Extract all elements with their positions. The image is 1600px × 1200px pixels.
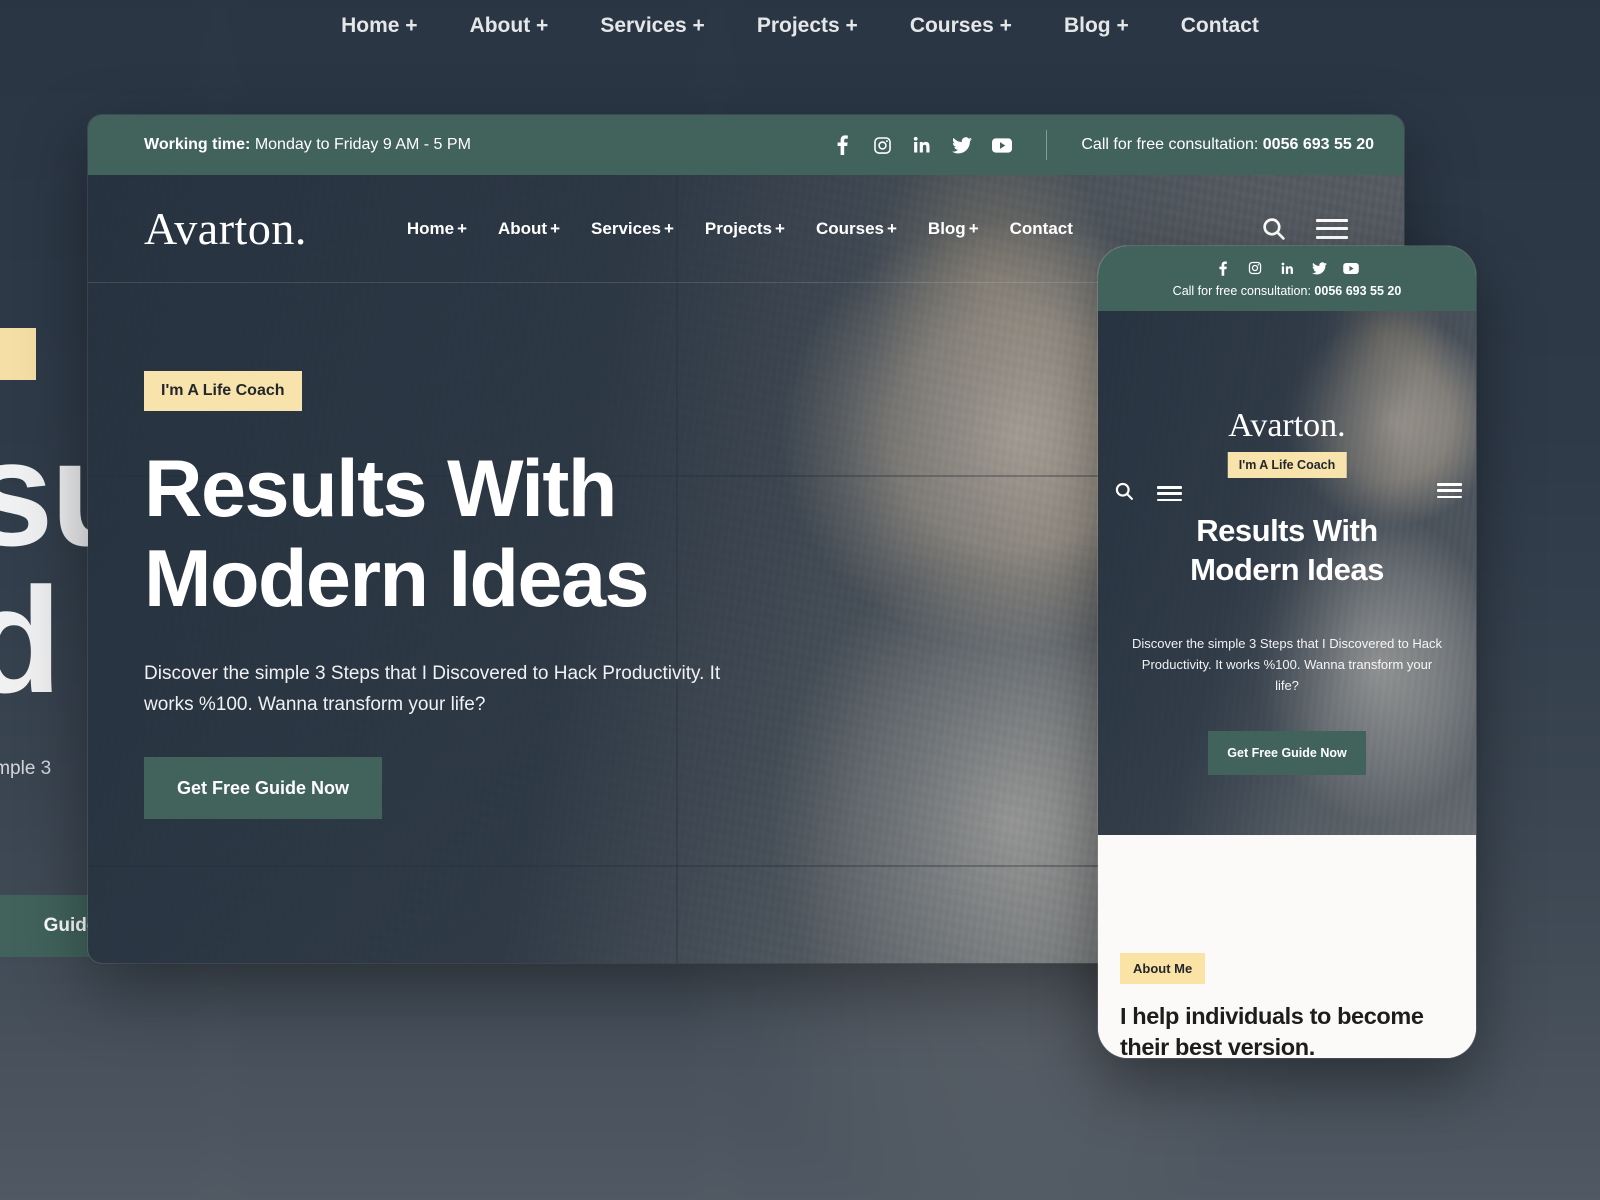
search-icon[interactable] <box>1114 481 1134 506</box>
screenshot-stage: Home + About + Services + Projects + Cou… <box>0 0 1600 1200</box>
working-time-value: Monday to Friday 9 AM - 5 PM <box>250 136 471 153</box>
mobile-hero-paragraph: Discover the simple 3 Steps that I Disco… <box>1132 636 1442 694</box>
background-badge <box>0 328 36 380</box>
hamburger-menu-icon[interactable] <box>1157 486 1182 501</box>
dropdown-plus-icon: + <box>457 218 467 238</box>
facebook-icon[interactable] <box>1215 260 1231 276</box>
logo[interactable]: Avarton. <box>144 202 307 255</box>
call-number[interactable]: 0056 693 55 20 <box>1263 136 1374 153</box>
mobile-hero-heading-line-2: Modern Ideas <box>1190 552 1384 588</box>
hero-paragraph: Discover the simple 3 Steps that I Disco… <box>144 662 721 715</box>
mobile-call-label: Call for free consultation: <box>1172 284 1315 298</box>
mobile-get-free-guide-button[interactable]: Get Free Guide Now <box>1208 731 1366 775</box>
hamburger-menu-icon[interactable] <box>1437 483 1462 498</box>
mobile-hero: Avarton. I'm A Life Coach Results With M… <box>1098 311 1476 835</box>
working-time-label: Working time: <box>144 136 251 153</box>
nav-item-projects[interactable]: Projects + <box>705 219 785 239</box>
mobile-navbar-actions-right <box>1437 483 1462 498</box>
linkedin-icon[interactable] <box>1279 260 1295 276</box>
social-links <box>832 135 1013 155</box>
get-free-guide-button[interactable]: Get Free Guide Now <box>144 757 382 820</box>
mobile-about-section: About Me I help individuals to become th… <box>1098 835 1476 1058</box>
nav-item-contact[interactable]: Contact <box>1010 219 1073 239</box>
mobile-mockup: Call for free consultation: 0056 693 55 … <box>1098 246 1476 1058</box>
mobile-topbar: Call for free consultation: 0056 693 55 … <box>1098 246 1476 311</box>
mobile-hero-heading-line-1: Results With <box>1196 513 1378 548</box>
nav-item-home[interactable]: Home + <box>407 219 467 239</box>
dropdown-plus-icon: + <box>550 218 561 238</box>
about-me-heading: I help individuals to become their best … <box>1120 1003 1424 1058</box>
twitter-icon[interactable] <box>952 135 973 155</box>
mobile-navbar-actions-left <box>1114 481 1182 506</box>
hero-badge: I'm A Life Coach <box>144 371 302 411</box>
mobile-logo[interactable]: Avarton. <box>1098 407 1476 445</box>
background-nav-item: Services + <box>600 14 705 37</box>
nav-item-services[interactable]: Services + <box>591 219 674 239</box>
background-nav-item: Projects + <box>756 14 858 37</box>
mobile-social-links <box>1098 260 1476 276</box>
nav-item-courses[interactable]: Courses + <box>816 219 897 239</box>
dropdown-plus-icon: + <box>775 218 785 238</box>
mobile-hero-badge: I'm A Life Coach <box>1227 452 1347 478</box>
youtube-icon[interactable] <box>992 135 1013 155</box>
background-nav-item: Blog + <box>1063 14 1129 37</box>
instagram-icon[interactable] <box>872 135 892 155</box>
topbar-divider <box>1046 130 1048 160</box>
nav-item-about[interactable]: About + <box>498 219 560 239</box>
linkedin-icon[interactable] <box>912 135 932 155</box>
working-time: Working time: Monday to Friday 9 AM - 5 … <box>144 136 471 154</box>
call-label: Call for free consultation: <box>1081 136 1263 153</box>
background-nav-item: Courses + <box>909 14 1012 37</box>
twitter-icon[interactable] <box>1311 260 1327 276</box>
about-me-badge: About Me <box>1120 953 1206 984</box>
navbar-actions <box>1258 214 1348 244</box>
background-nav-item: About + <box>469 14 549 37</box>
nav-item-blog[interactable]: Blog + <box>928 219 979 239</box>
background-nav-item: Contact <box>1180 14 1259 37</box>
call-consultation: Call for free consultation: 0056 693 55 … <box>1081 136 1374 154</box>
background-nav-item: Home + <box>341 14 418 37</box>
facebook-icon[interactable] <box>832 135 852 155</box>
youtube-icon[interactable] <box>1343 260 1359 276</box>
background-nav: Home + About + Services + Projects + Cou… <box>0 4 1600 48</box>
hamburger-menu-icon[interactable] <box>1316 218 1348 239</box>
mobile-hero-heading: Results With Modern Ideas <box>1098 511 1476 589</box>
instagram-icon[interactable] <box>1247 260 1263 276</box>
desktop-topbar: Working time: Monday to Friday 9 AM - 5 … <box>88 115 1404 175</box>
main-nav: Home + About + Services + Projects + Courses… <box>407 219 1073 239</box>
dropdown-plus-icon: + <box>886 218 897 238</box>
mobile-call-consultation: Call for free consultation: 0056 693 55 … <box>1098 284 1476 298</box>
search-icon[interactable] <box>1258 214 1288 244</box>
mobile-call-number[interactable]: 0056 693 55 20 <box>1314 284 1401 298</box>
dropdown-plus-icon: + <box>663 218 674 238</box>
dropdown-plus-icon: + <box>968 218 979 238</box>
